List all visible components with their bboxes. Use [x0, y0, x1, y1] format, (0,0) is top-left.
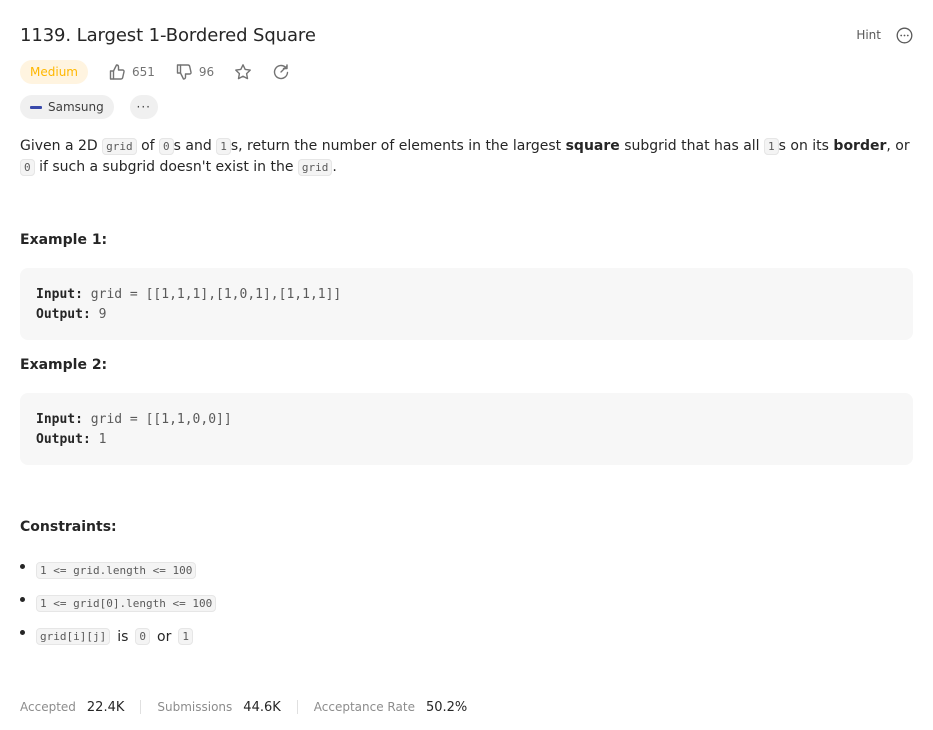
constraints-list: 1 <= grid.length <= 100 1 <= grid[0].len… — [20, 554, 217, 653]
bold-text: square — [565, 138, 620, 154]
submission-stats: Accepted 22.4K Submissions 44.6K Accepta… — [20, 698, 467, 716]
inline-code: 1 — [764, 138, 779, 155]
statement-text: s and — [173, 138, 217, 154]
accepted-label: Accepted — [20, 700, 76, 714]
statement-text: s on its — [778, 138, 834, 154]
output-value: 1 — [98, 432, 107, 447]
share-button[interactable] — [272, 63, 290, 81]
accepted-value: 22.4K — [86, 699, 125, 715]
problem-title[interactable]: 1139. Largest 1-Bordered Square — [20, 25, 316, 46]
inline-code: 1 — [178, 628, 193, 645]
thumbs-down-icon — [176, 64, 192, 80]
inline-code: 0 — [135, 628, 151, 645]
input-value: grid = [[1,1,1],[1,0,1],[1,1,1]] — [90, 287, 342, 302]
output-label: Output: — [36, 307, 91, 322]
problem-statement: Given a 2D grid of 0s and 1 s, return the… — [20, 136, 913, 178]
dislike-button[interactable]: 96 — [175, 63, 214, 81]
share-icon — [274, 64, 289, 80]
divider — [296, 700, 298, 714]
company-tag-label: Samsung — [48, 100, 104, 114]
inline-code: grid — [297, 159, 333, 176]
like-button[interactable]: 651 — [108, 63, 155, 81]
submissions-value: 44.6K — [243, 699, 281, 715]
divider — [140, 700, 142, 714]
constraint-text: is — [117, 628, 129, 645]
favorite-button[interactable] — [234, 63, 252, 81]
constraint-item: 1 <= grid[0].length <= 100 — [20, 587, 217, 620]
company-tag-samsung[interactable]: Samsung — [20, 95, 114, 119]
example-1-input: Input: grid = [[1,1,1],[1,0,1],[1,1,1]] — [36, 285, 897, 305]
constraint-text: or — [157, 628, 172, 645]
constraint-item: grid[i][j] is 0 or 1 — [20, 620, 216, 653]
example-2-heading: Example 2: — [20, 357, 108, 373]
problem-description-panel: 1139. Largest 1-Bordered Square Hint Med… — [0, 0, 933, 730]
constraint-item: 1 <= grid.length <= 100 — [20, 554, 216, 587]
inline-code: grid[i][j] — [36, 628, 111, 645]
more-icon[interactable] — [895, 26, 913, 44]
statement-text: of — [136, 138, 160, 154]
example-1-box: Input: grid = [[1,1,1],[1,0,1],[1,1,1]] … — [20, 268, 913, 340]
inline-code: 1 — [216, 138, 231, 155]
example-2-output: Output: 1 — [36, 430, 897, 450]
like-count: 651 — [131, 65, 155, 79]
thumbs-up-icon — [109, 64, 125, 80]
title-row: 1139. Largest 1-Bordered Square Hint — [20, 22, 913, 48]
samsung-logo-icon — [30, 105, 42, 109]
meta-row: Medium 651 96 — [20, 60, 310, 84]
input-value: grid = [[1,1,0,0]] — [90, 412, 232, 427]
output-label: Output: — [36, 432, 91, 447]
inline-code: 0 — [159, 138, 174, 155]
input-label: Input: — [36, 287, 83, 302]
statement-text: s, return the number of elements in the … — [230, 138, 566, 154]
acceptance-rate-value: 50.2% — [425, 699, 468, 715]
hint-button[interactable]: Hint — [856, 28, 881, 42]
bold-text: border — [833, 138, 887, 154]
inline-code: 1 <= grid.length <= 100 — [36, 562, 197, 579]
inline-code: 0 — [20, 159, 35, 176]
example-1-heading: Example 1: — [20, 232, 108, 248]
difficulty-badge: Medium — [20, 60, 88, 84]
output-value: 9 — [98, 307, 107, 322]
statement-text: , or — [886, 138, 910, 154]
statement-text: subgrid that has all — [619, 138, 765, 154]
more-tags-button[interactable]: ··· — [129, 95, 158, 119]
submissions-label: Submissions — [157, 700, 233, 714]
example-1-output: Output: 9 — [36, 305, 897, 325]
input-label: Input: — [36, 412, 83, 427]
acceptance-rate-label: Acceptance Rate — [313, 700, 415, 714]
star-icon — [235, 64, 252, 80]
title-actions: Hint — [856, 26, 913, 44]
example-2-input: Input: grid = [[1,1,0,0]] — [36, 410, 897, 430]
constraints-heading: Constraints: — [20, 519, 117, 535]
statement-text: if such a subgrid doesn't exist in the — [34, 159, 298, 175]
inline-code: grid — [102, 138, 137, 155]
tag-row: Samsung ··· — [20, 95, 158, 119]
dislike-count: 96 — [198, 65, 215, 79]
statement-text: Given a 2D — [20, 138, 103, 154]
example-2-box: Input: grid = [[1,1,0,0]] Output: 1 — [20, 393, 913, 465]
inline-code: 1 <= grid[0].length <= 100 — [36, 595, 217, 612]
statement-text: . — [332, 159, 337, 175]
